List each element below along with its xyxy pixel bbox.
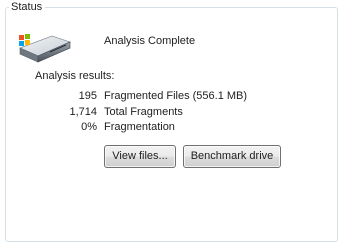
fragmentation-percent: 0% (81, 121, 97, 133)
analysis-results-heading: Analysis results: (35, 70, 115, 82)
total-fragments-label: Total Fragments (104, 106, 183, 118)
fragmented-files-count: 195 (78, 90, 97, 102)
hard-drive-icon (18, 34, 72, 63)
total-fragments-count: 1,714 (69, 106, 97, 118)
fragmented-files-label: Fragmented Files (556.1 MB) (104, 90, 248, 102)
analysis-status-text: Analysis Complete (104, 35, 196, 47)
view-files-button[interactable]: View files... (104, 145, 176, 168)
fragmentation-label: Fragmentation (104, 121, 175, 133)
status-group-title: Status (9, 1, 46, 14)
benchmark-drive-button[interactable]: Benchmark drive (183, 145, 281, 168)
